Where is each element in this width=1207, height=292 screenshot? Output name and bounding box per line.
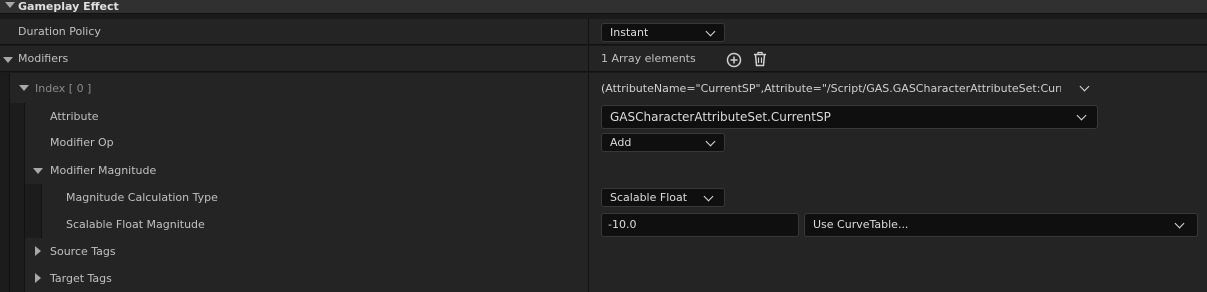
curve-table-value: Use CurveTable... — [813, 218, 909, 231]
duration-policy-label: Duration Policy — [18, 25, 101, 38]
index-label: Index [ 0 ] — [35, 82, 92, 95]
property-row-target-tags: Target Tags — [0, 265, 1207, 292]
modifiers-count: 1 Array elements — [601, 52, 696, 65]
triangle-down-icon[interactable] — [3, 57, 13, 63]
scalable-float-label: Scalable Float Magnitude — [66, 218, 205, 231]
section-title: Gameplay Effect — [18, 0, 119, 13]
modifiers-label: Modifiers — [18, 52, 69, 65]
curve-table-dropdown[interactable]: Use CurveTable... — [804, 213, 1198, 237]
property-row-modifier-magnitude: Modifier Magnitude — [0, 157, 1207, 185]
duration-policy-dropdown[interactable]: Instant — [601, 23, 725, 42]
modifier-magnitude-label: Modifier Magnitude — [50, 164, 157, 177]
magnitude-calc-type-value: Scalable Float — [610, 191, 688, 204]
scalable-float-value: -10.0 — [608, 218, 637, 231]
triangle-down-icon[interactable] — [33, 168, 43, 174]
property-row-scalable-float: Scalable Float Magnitude -10.0 Use Curve… — [0, 211, 1207, 239]
triangle-down-icon — [5, 2, 15, 8]
triangle-down-icon[interactable] — [19, 85, 29, 91]
section-header-gameplay-effect[interactable]: Gameplay Effect — [0, 0, 1207, 14]
chevron-down-icon — [1076, 110, 1087, 121]
attribute-dropdown[interactable]: GASCharacterAttributeSet.CurrentSP — [601, 105, 1098, 129]
property-row-attribute: Attribute GASCharacterAttributeSet.Curre… — [0, 103, 1207, 131]
scalable-float-input[interactable]: -10.0 — [601, 213, 799, 237]
chevron-down-icon — [705, 136, 716, 147]
property-row-magnitude-calc-type: Magnitude Calculation Type Scalable Floa… — [0, 184, 1207, 212]
modifier-op-dropdown[interactable]: Add — [601, 133, 725, 152]
trash-icon[interactable] — [753, 51, 767, 67]
modifier-op-value: Add — [610, 136, 632, 149]
magnitude-calc-type-dropdown[interactable]: Scalable Float — [601, 188, 725, 207]
attribute-value: GASCharacterAttributeSet.CurrentSP — [610, 110, 831, 124]
property-row-modifier-op: Modifier Op Add — [0, 130, 1207, 158]
chevron-down-icon — [1174, 218, 1185, 229]
property-row-duration-policy: Duration Policy Instant — [0, 19, 1207, 45]
magnitude-calc-type-label: Magnitude Calculation Type — [66, 191, 218, 204]
target-tags-label: Target Tags — [50, 272, 112, 285]
triangle-right-icon[interactable] — [35, 273, 41, 283]
duration-policy-value: Instant — [610, 26, 649, 39]
source-tags-label: Source Tags — [50, 245, 116, 258]
index-value: (AttributeName="CurrentSP",Attribute="/S… — [601, 82, 1061, 95]
triangle-right-icon[interactable] — [35, 246, 41, 256]
chevron-down-icon — [703, 191, 714, 202]
property-row-index-0: Index [ 0 ] (AttributeName="CurrentSP",A… — [0, 73, 1207, 104]
modifier-op-label: Modifier Op — [50, 136, 114, 149]
property-row-modifiers: Modifiers 1 Array elements — [0, 46, 1207, 72]
plus-circle-icon[interactable] — [726, 52, 742, 68]
property-row-source-tags: Source Tags — [0, 238, 1207, 266]
chevron-down-icon — [705, 26, 716, 37]
attribute-label: Attribute — [50, 110, 99, 123]
